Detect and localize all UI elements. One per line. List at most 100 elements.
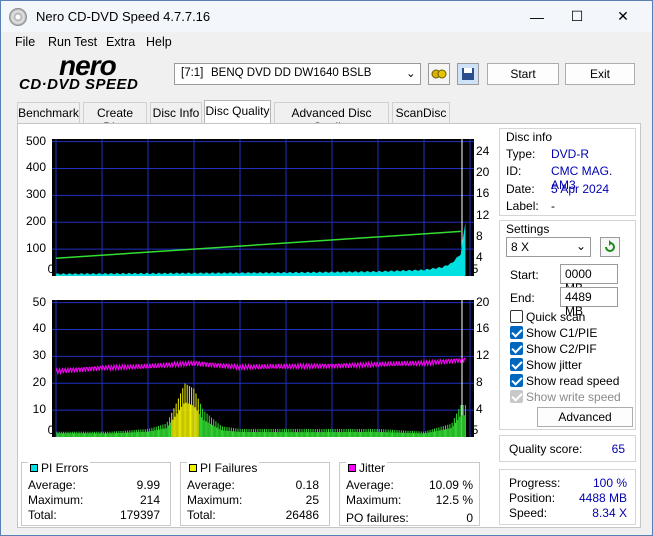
pi-errors-total: 179397 bbox=[119, 508, 160, 522]
magenta-swatch-icon bbox=[348, 464, 356, 472]
disc-type-label: Type: bbox=[506, 147, 536, 161]
pi-errors-title: PI Errors bbox=[28, 461, 91, 475]
show-c1pie-checkbox[interactable]: Show C1/PIE bbox=[510, 326, 597, 340]
y-tick: 200 bbox=[25, 214, 46, 228]
speed-value: 8 X bbox=[511, 240, 530, 254]
app-disc-icon bbox=[9, 8, 27, 26]
end-field[interactable]: 4489 MB bbox=[560, 287, 618, 318]
stat-label: Total: bbox=[187, 508, 216, 522]
menu-extra[interactable]: Extra bbox=[106, 35, 135, 49]
title-bar: Nero CD-DVD Speed 4.7.7.16 — ☐ ✕ bbox=[1, 1, 652, 32]
jitter-title-text: Jitter bbox=[359, 461, 386, 475]
progress-label: Progress: bbox=[509, 476, 561, 490]
disc-info-group: Disc info Type: DVD-R ID: CMC MAG. AM3 D… bbox=[499, 128, 636, 216]
speed-value: 8.34 X bbox=[592, 506, 627, 520]
maximize-button[interactable]: ☐ bbox=[554, 1, 600, 32]
speed-select[interactable]: 8 X ⌄ bbox=[506, 237, 591, 257]
exit-button[interactable]: Exit bbox=[565, 63, 635, 85]
pi-errors-title-text: PI Errors bbox=[41, 461, 89, 475]
checkbox-label: Show jitter bbox=[526, 358, 583, 372]
disc-quality-panel: 500 400 300 200 100 24 20 16 12 8 4 0.0 0… bbox=[17, 123, 641, 528]
jitter-maximum: 12.5 % bbox=[435, 493, 473, 507]
disc-info-heading: Disc info bbox=[506, 130, 553, 144]
jitter-title: Jitter bbox=[346, 461, 388, 475]
checkbox-label: Quick scan bbox=[526, 310, 586, 324]
cyan-swatch-icon bbox=[30, 464, 38, 472]
y-tick: 20 bbox=[32, 375, 46, 389]
position-label: Position: bbox=[509, 491, 556, 505]
refresh-icon[interactable] bbox=[600, 237, 620, 257]
chevron-down-icon: ⌄ bbox=[406, 68, 416, 80]
pi-failures-chart bbox=[52, 300, 474, 437]
quick-scan-checkbox[interactable]: Quick scan bbox=[510, 310, 585, 324]
show-jitter-checkbox[interactable]: Show jitter bbox=[510, 358, 582, 372]
jitter-stats: Jitter Average: 10.09 % Maximum: 12.5 % … bbox=[339, 461, 480, 526]
progress-group: Progress: 100 % Position: 4488 MB Speed:… bbox=[499, 469, 636, 525]
close-button[interactable]: ✕ bbox=[600, 1, 646, 32]
tab-benchmark[interactable]: Benchmark bbox=[17, 102, 80, 123]
tab-create-disc[interactable]: Create Disc bbox=[83, 102, 147, 134]
y-tick: 30 bbox=[32, 348, 46, 362]
logo-cddvd-text: CD·DVD SPEED bbox=[19, 76, 139, 93]
advanced-button[interactable]: Advanced bbox=[537, 407, 633, 427]
menu-run-test[interactable]: Run Test bbox=[48, 35, 97, 49]
read-speed-line bbox=[55, 230, 461, 260]
show-write-speed-checkbox: Show write speed bbox=[510, 390, 621, 404]
drive-name: BENQ DVD DD DW1640 BSLB bbox=[211, 67, 372, 79]
show-read-speed-checkbox[interactable]: Show read speed bbox=[510, 374, 619, 388]
pi-errors-chart bbox=[52, 139, 474, 276]
settings-group: Settings 8 X ⌄ Start: 0000 MB End: 4489 … bbox=[499, 220, 636, 430]
start-label: Start: bbox=[510, 268, 539, 282]
checkbox-icon bbox=[510, 310, 523, 323]
y-tick: 500 bbox=[25, 134, 46, 148]
window-title: Nero CD-DVD Speed 4.7.7.16 bbox=[36, 9, 211, 24]
show-c2pif-checkbox[interactable]: Show C2/PIF bbox=[510, 342, 597, 356]
y-tick: 10 bbox=[32, 402, 46, 416]
y2-tick: 16 bbox=[476, 186, 490, 200]
y-tick: 40 bbox=[32, 321, 46, 335]
stat-label: Maximum: bbox=[187, 493, 243, 507]
stat-label: PO failures: bbox=[346, 511, 409, 525]
y2-tick: 8 bbox=[476, 375, 483, 389]
disc-id-label: ID: bbox=[506, 164, 522, 178]
y2-tick: 20 bbox=[476, 165, 490, 179]
start-field[interactable]: 0000 MB bbox=[560, 264, 618, 295]
chevron-down-icon: ⌄ bbox=[575, 239, 586, 253]
checkbox-label: Show C2/PIF bbox=[526, 342, 597, 356]
check-icon bbox=[510, 390, 523, 403]
y2-tick: 12 bbox=[476, 348, 490, 362]
checkbox-label: Show read speed bbox=[526, 374, 620, 388]
pi-failures-average: 0.18 bbox=[295, 478, 319, 492]
pi-failures-stats: PI Failures Average: 0.18 Maximum: 25 To… bbox=[180, 461, 330, 526]
menu-help[interactable]: Help bbox=[146, 35, 172, 49]
y2-tick: 20 bbox=[476, 295, 490, 309]
checkbox-label: Show write speed bbox=[526, 390, 621, 404]
y-tick: 50 bbox=[32, 295, 46, 309]
end-label: End: bbox=[510, 291, 535, 305]
quality-score-label: Quality score: bbox=[509, 442, 583, 456]
eject-icon[interactable] bbox=[428, 63, 450, 85]
stat-label: Maximum: bbox=[28, 493, 84, 507]
quality-score-group: Quality score: 65 bbox=[499, 435, 636, 462]
tab-advanced-disc-quality[interactable]: Advanced Disc Quality bbox=[274, 102, 389, 134]
y2-tick: 4 bbox=[476, 402, 483, 416]
drive-select[interactable]: [7:1] BENQ DVD DD DW1640 BSLB ⌄ bbox=[174, 63, 421, 85]
quality-score-value: 65 bbox=[611, 442, 625, 456]
menu-file[interactable]: File bbox=[15, 35, 35, 49]
pi-errors-maximum: 214 bbox=[139, 493, 160, 507]
disc-date-value: 5 Apr 2024 bbox=[551, 182, 610, 196]
y2-tick: 12 bbox=[476, 208, 490, 222]
nero-logo: nero CD·DVD SPEED bbox=[13, 50, 168, 96]
tab-disc-info[interactable]: Disc Info bbox=[150, 102, 202, 123]
pi-failures-title: PI Failures bbox=[187, 461, 260, 475]
pi-errors-stats: PI Errors Average: 9.99 Maximum: 214 Tot… bbox=[21, 461, 171, 526]
start-button[interactable]: Start bbox=[487, 63, 559, 85]
stat-label: Average: bbox=[187, 478, 235, 492]
y-tick: 300 bbox=[25, 187, 46, 201]
save-icon[interactable] bbox=[457, 63, 479, 85]
disc-type-value: DVD-R bbox=[551, 147, 589, 161]
y-tick: 100 bbox=[25, 241, 46, 255]
jitter-line bbox=[55, 357, 466, 376]
tab-scandisc[interactable]: ScanDisc bbox=[392, 102, 450, 123]
tab-disc-quality[interactable]: Disc Quality bbox=[204, 100, 271, 123]
